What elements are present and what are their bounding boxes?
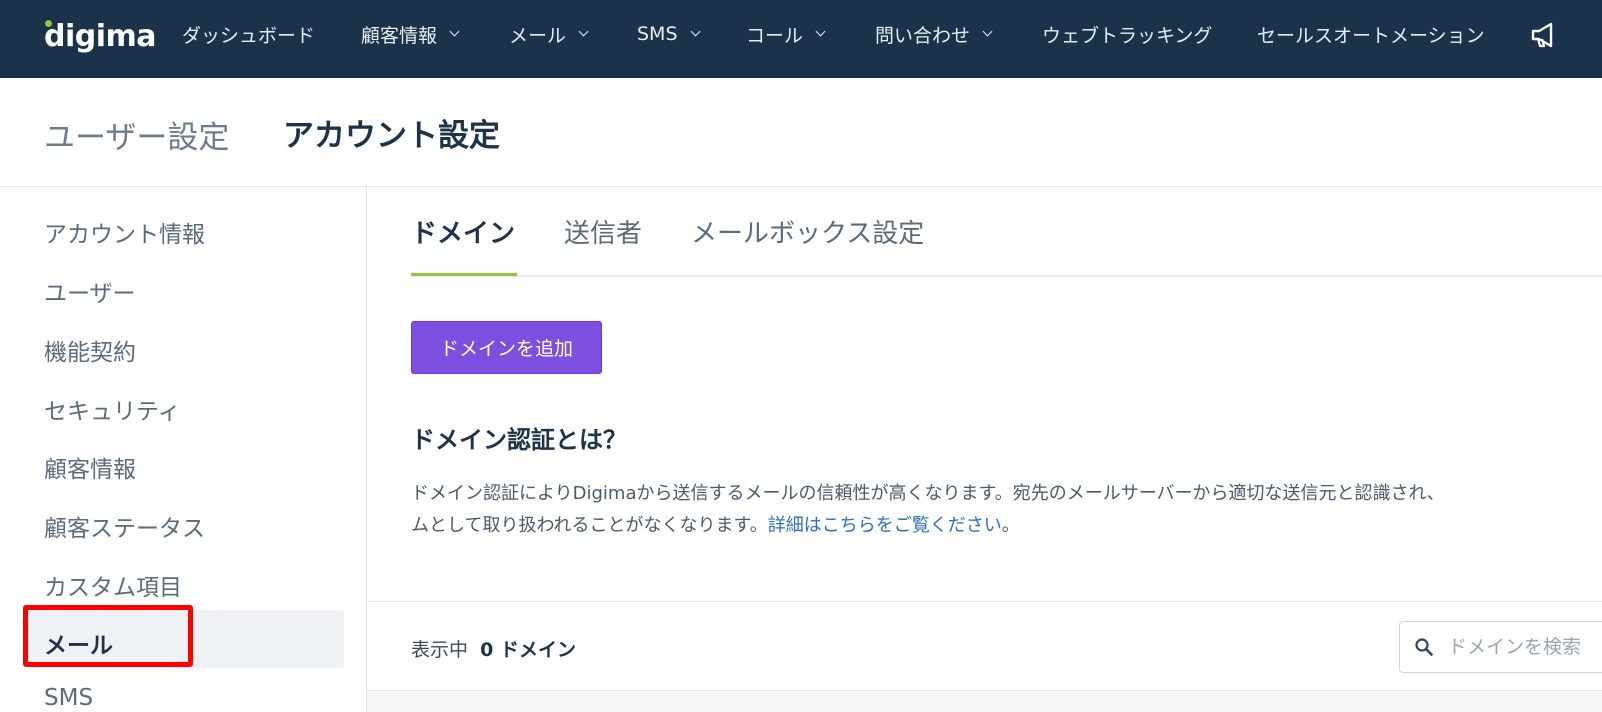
chevron-down-icon (815, 26, 826, 37)
sidebar-item-label: 顧客情報 (44, 457, 136, 483)
tab-domain[interactable]: ドメイン (411, 213, 515, 250)
description-line-2: ムとして取り扱われることがなくなります。詳細はこちらをご覧ください。 (411, 510, 1602, 542)
sidebar-item-label: 顧客ステータス (44, 516, 205, 542)
sidebar-item-account-info[interactable]: アカウント情報 (0, 199, 366, 257)
description-line-1: ドメイン認証によりDigimaから送信するメールの信頼性が高くなります。宛先のメ… (411, 483, 1445, 504)
sidebar-item-feature-contract[interactable]: 機能契約 (0, 317, 366, 375)
page-title: アカウント設定 (283, 118, 500, 154)
nav-item-label: 顧客情報 (361, 24, 438, 47)
nav-item-label: メール (509, 24, 567, 47)
add-domain-button[interactable]: ドメインを追加 (411, 321, 602, 374)
sidebar-item-sms[interactable]: SMS (0, 669, 366, 712)
count-value: 0 ドメイン (480, 639, 576, 661)
digima-logo[interactable]: digima (44, 16, 157, 56)
nav-item-sales-automation[interactable]: セールスオートメーション (1257, 22, 1485, 47)
sidebar-item-customer-status[interactable]: 顧客ステータス (0, 493, 366, 551)
nav-item-call[interactable]: コール (746, 22, 826, 47)
domain-search-box[interactable] (1399, 621, 1602, 673)
nav-item-customer-info[interactable]: 顧客情報 (361, 22, 460, 47)
logo-text: digima (44, 18, 157, 54)
sidebar-item-customer-info[interactable]: 顧客情報 (0, 434, 366, 492)
tab-bar: ドメイン 送信者 メールボックス設定 (411, 187, 1602, 277)
red-highlight-box (23, 605, 193, 667)
nav-item-label: 問い合わせ (875, 24, 971, 47)
nav-item-dashboard[interactable]: ダッシュボード (182, 22, 316, 47)
settings-sidebar: アカウント情報 ユーザー 機能契約 セキュリティ 顧客情報 顧客ステータス カス… (0, 187, 367, 712)
sidebar-item-custom-fields[interactable]: カスタム項目 (0, 552, 366, 610)
sidebar-item-label: カスタム項目 (44, 575, 182, 601)
logo-dot (45, 20, 52, 27)
nav-item-label: コール (746, 24, 804, 47)
domain-auth-description: ドメイン認証によりDigimaから送信するメールの信頼性が高くなります。宛先のメ… (411, 478, 1602, 542)
tab-mailbox-settings[interactable]: メールボックス設定 (691, 213, 924, 250)
sidebar-item-label: 機能契約 (44, 340, 136, 366)
nav-item-label: セールスオートメーション (1257, 24, 1485, 47)
details-link[interactable]: 詳細はこちらをご覧ください (768, 515, 1002, 536)
sidebar-item-label: セキュリティ (44, 399, 181, 425)
tab-sender[interactable]: 送信者 (564, 213, 642, 250)
nav-item-label: ダッシュボード (182, 24, 316, 47)
sidebar-item-label: SMS (44, 685, 94, 711)
nav-item-label: ウェブトラッキング (1042, 24, 1213, 47)
domain-search-input[interactable] (1448, 634, 1602, 660)
top-navigation-bar: digima ダッシュボード 顧客情報 メール SMS コール 問い合わせ ウェ… (0, 0, 1602, 78)
active-tab-indicator (411, 273, 517, 276)
chevron-down-icon (449, 26, 460, 37)
megaphone-icon[interactable] (1530, 21, 1560, 49)
nav-item-inquiry[interactable]: 問い合わせ (875, 22, 993, 47)
sidebar-item-users[interactable]: ユーザー (0, 258, 366, 316)
domain-count: 表示中 0 ドメイン (411, 635, 576, 662)
chevron-down-icon (578, 26, 589, 37)
section-title: ドメイン認証とは？ (411, 426, 627, 454)
table-header-strip (367, 690, 1602, 712)
search-icon (1415, 638, 1433, 656)
chevron-down-icon (690, 26, 700, 37)
page-header: ユーザー設定 アカウント設定 (0, 78, 1602, 187)
sidebar-item-label: ユーザー (44, 281, 136, 307)
sidebar-item-label: アカウント情報 (44, 222, 205, 248)
nav-item-mail[interactable]: メール (509, 22, 589, 47)
nav-item-sms[interactable]: SMS (637, 22, 700, 46)
breadcrumb[interactable]: ユーザー設定 (44, 112, 229, 157)
count-prefix: 表示中 (411, 639, 469, 661)
description-text: ムとして取り扱われることがなくなります。 (411, 515, 768, 536)
description-suffix: 。 (1001, 515, 1020, 536)
nav-item-web-tracking[interactable]: ウェブトラッキング (1042, 22, 1213, 47)
sidebar-item-security[interactable]: セキュリティ (0, 376, 366, 434)
chevron-down-icon (982, 26, 993, 37)
nav-item-label: SMS (637, 23, 678, 45)
